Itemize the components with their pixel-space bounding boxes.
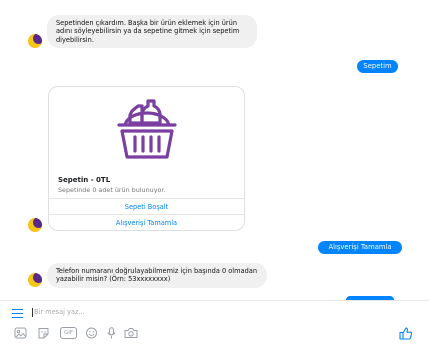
bot-avatar: [28, 218, 42, 232]
sticker-icon[interactable]: [37, 327, 50, 339]
image-icon[interactable]: [14, 327, 27, 339]
cart-card-subtitle: Sepetinde 0 adet ürün bulunuyor.: [58, 186, 166, 194]
user-message-complete: Alışverişi Tamamla: [318, 241, 402, 254]
composer: Bir mesaj yaz... GIF: [0, 300, 429, 350]
user-message-sepetim: Sepetim: [357, 60, 398, 73]
bot-message: Sepetinden çıkardım. Başka bir ürün ekle…: [47, 15, 257, 49]
cart-card-image: [49, 87, 244, 171]
gif-icon[interactable]: GIF: [60, 327, 77, 339]
cart-card: Sepetin - 0TL Sepetinde 0 adet ürün bulu…: [48, 86, 245, 231]
thumbs-up-icon[interactable]: [399, 327, 413, 340]
microphone-icon[interactable]: [106, 327, 117, 339]
bot-avatar: [28, 273, 42, 287]
message-input[interactable]: Bir mesaj yaz...: [34, 308, 85, 316]
menu-icon[interactable]: [12, 309, 23, 318]
empty-cart-button[interactable]: Sepeti Boşalt: [49, 198, 244, 214]
emoji-icon[interactable]: [85, 327, 98, 339]
camera-icon[interactable]: [124, 327, 138, 339]
bot-avatar: [28, 34, 42, 48]
complete-purchase-button[interactable]: Alışverişi Tamamla: [49, 214, 244, 230]
gif-label: GIF: [63, 330, 74, 336]
text-cursor: [32, 308, 33, 317]
basket-icon: [117, 99, 177, 159]
bot-message: Telefon numaranı doğrulayabilmemiz için …: [47, 263, 267, 288]
cart-card-title: Sepetin - 0TL: [58, 176, 111, 184]
